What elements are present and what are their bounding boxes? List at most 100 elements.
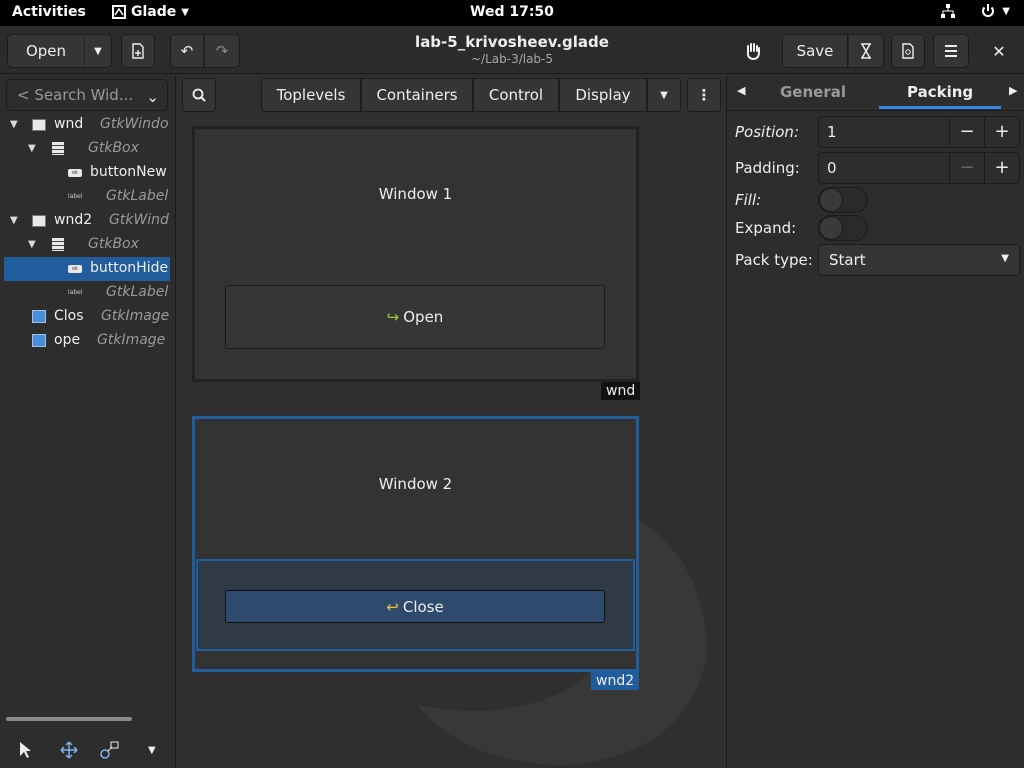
tree-row-type: GtkBox — [88, 236, 139, 252]
tree-row-box[interactable]: ▼ GtkBox — [4, 137, 170, 161]
drag-resize-tool-button[interactable] — [60, 741, 78, 763]
expander-icon[interactable]: ▼ — [10, 215, 18, 226]
fill-switch[interactable] — [818, 187, 868, 213]
palette-search-button[interactable] — [182, 78, 216, 112]
vertical-ellipsis-icon: ⋮ — [696, 86, 712, 104]
tab-packing[interactable]: Packing — [907, 83, 973, 101]
hand-icon — [746, 43, 760, 61]
window-wnd-preview[interactable]: Window 1 ↪ Open — [192, 126, 639, 382]
position-spinbutton[interactable]: 1 − + — [818, 116, 1020, 148]
padding-spinbutton[interactable]: 0 − + — [818, 152, 1020, 184]
undo-button[interactable]: ↶ — [170, 34, 204, 68]
palette-more-dropdown[interactable]: ▼ — [647, 78, 681, 112]
new-project-button[interactable] — [121, 34, 155, 68]
save-as-button[interactable] — [848, 34, 884, 68]
tree-row-name: buttonNew — [90, 164, 167, 180]
decrement-button[interactable]: − — [949, 117, 984, 147]
tree-row-ope[interactable]: ope GtkImage — [4, 329, 170, 353]
inspect-button[interactable] — [738, 34, 768, 68]
tab-scroll-right-icon[interactable]: ▶ — [1009, 84, 1017, 97]
selector-tool-button[interactable] — [18, 741, 34, 763]
app-menu[interactable]: Glade ▼ — [112, 4, 189, 20]
tree-row-clos[interactable]: Clos GtkImage — [4, 305, 170, 329]
padding-value: 0 — [827, 159, 837, 177]
palette-tab-control[interactable]: Control — [473, 78, 559, 112]
label-icon: label — [68, 193, 83, 200]
header-bar: Open ▼ ↶ ↷ lab-5_krivosheev.glade ~/Lab-… — [0, 26, 1024, 74]
expander-icon[interactable]: ▼ — [28, 143, 36, 154]
tree-row-type: GtkWind — [109, 212, 169, 228]
margin-tool-button[interactable] — [100, 741, 120, 763]
preview-button[interactable] — [891, 34, 925, 68]
tree-row-buttonhide[interactable]: ok buttonHide — [4, 257, 170, 281]
window-title-label: Window 1 — [378, 185, 453, 203]
increment-button[interactable]: + — [984, 117, 1019, 147]
network-icon[interactable] — [940, 3, 956, 19]
tree-row-name: ope — [54, 332, 81, 348]
document-title: lab-5_krivosheev.glade — [415, 33, 609, 51]
chevron-down-icon[interactable]: ⌄ — [146, 88, 159, 106]
window-title-label: Window 2 — [378, 475, 453, 493]
increment-button[interactable]: + — [984, 153, 1019, 183]
chevron-down-icon[interactable]: ▼ — [148, 745, 156, 756]
power-menu[interactable]: ▼ — [980, 3, 1010, 19]
search-placeholder: < Search Wid... — [17, 86, 134, 104]
tree-row-label[interactable]: label GtkLabel — [4, 185, 170, 209]
open-widget-button-label: Open — [403, 308, 444, 326]
tree-row-wnd[interactable]: ▼ wnd GtkWindo — [4, 113, 170, 137]
undo-arrow-icon: ↩ — [386, 597, 399, 616]
palette-options-button[interactable]: ⋮ — [687, 78, 721, 112]
palette-tab-display[interactable]: Display — [559, 78, 647, 112]
tree-row-type: GtkLabel — [106, 188, 169, 204]
property-inspector: ◀ General Packing ▶ Position: 1 − + Padd… — [726, 75, 1024, 768]
system-top-bar: Activities Glade ▼ Wed 17:50 ▼ — [0, 0, 1024, 26]
pack-type-combo[interactable]: Start ▼ — [818, 244, 1020, 276]
tree-row-buttonnew[interactable]: ok buttonNew — [4, 161, 170, 185]
expand-switch[interactable] — [818, 215, 868, 241]
activities-button[interactable]: Activities — [12, 4, 86, 20]
main-menu-button[interactable] — [933, 34, 969, 68]
close-window-button[interactable]: ✕ — [983, 34, 1015, 68]
power-icon — [982, 4, 995, 17]
pack-type-label: Pack type: — [735, 251, 813, 269]
tree-row-wnd2[interactable]: ▼ wnd2 GtkWind — [4, 209, 170, 233]
decrement-button[interactable]: − — [949, 153, 984, 183]
tree-row-name: Clos — [54, 308, 84, 324]
widget-tree: ▼ wnd GtkWindo ▼ GtkBox ok buttonNew lab… — [4, 113, 170, 383]
fill-label: Fill: — [735, 191, 762, 209]
clock[interactable]: Wed 17:50 — [470, 4, 554, 20]
tab-general[interactable]: General — [780, 83, 846, 101]
tree-row-name: buttonHide — [90, 260, 169, 276]
open-button[interactable]: Open — [7, 34, 85, 68]
chevron-down-icon: ▼ — [181, 6, 189, 18]
tree-row-type: GtkImage — [101, 308, 170, 324]
expander-icon[interactable]: ▼ — [10, 119, 18, 130]
new-document-icon — [132, 43, 144, 59]
open-widget-button[interactable]: ↪ Open — [225, 285, 605, 349]
close-widget-button[interactable]: ↩ Close — [225, 590, 605, 623]
chevron-down-icon: ▼ — [1002, 5, 1010, 17]
save-button[interactable]: Save — [782, 34, 848, 68]
palette-tab-toplevels[interactable]: Toplevels — [261, 78, 361, 112]
tree-row-type: GtkWindo — [100, 116, 169, 132]
expand-label: Expand: — [735, 219, 797, 237]
inspector-tabs: ◀ General Packing ▶ — [727, 75, 1024, 111]
widget-search-input[interactable]: < Search Wid... ⌄ — [6, 79, 168, 111]
open-arrow-icon: ↪ — [386, 308, 400, 326]
tree-row-type: GtkLabel — [106, 284, 169, 300]
undo-icon: ↶ — [180, 42, 194, 60]
palette-tab-containers[interactable]: Containers — [361, 78, 473, 112]
tree-row-box[interactable]: ▼ GtkBox — [4, 233, 170, 257]
pack-type-value: Start — [829, 251, 866, 269]
search-icon — [192, 88, 206, 102]
button-icon: ok — [68, 169, 82, 177]
hamburger-menu-icon — [945, 45, 957, 57]
window-wnd2-preview[interactable]: Window 2 ↩ Close — [192, 416, 639, 672]
tree-row-label[interactable]: label GtkLabel — [4, 281, 170, 305]
tab-scroll-left-icon[interactable]: ◀ — [737, 84, 745, 97]
expander-icon[interactable]: ▼ — [28, 239, 36, 250]
horizontal-scrollbar[interactable] — [6, 717, 132, 721]
open-recent-dropdown[interactable]: ▼ — [84, 34, 112, 68]
redo-button[interactable]: ↷ — [204, 34, 240, 68]
glade-app-icon — [112, 5, 126, 19]
